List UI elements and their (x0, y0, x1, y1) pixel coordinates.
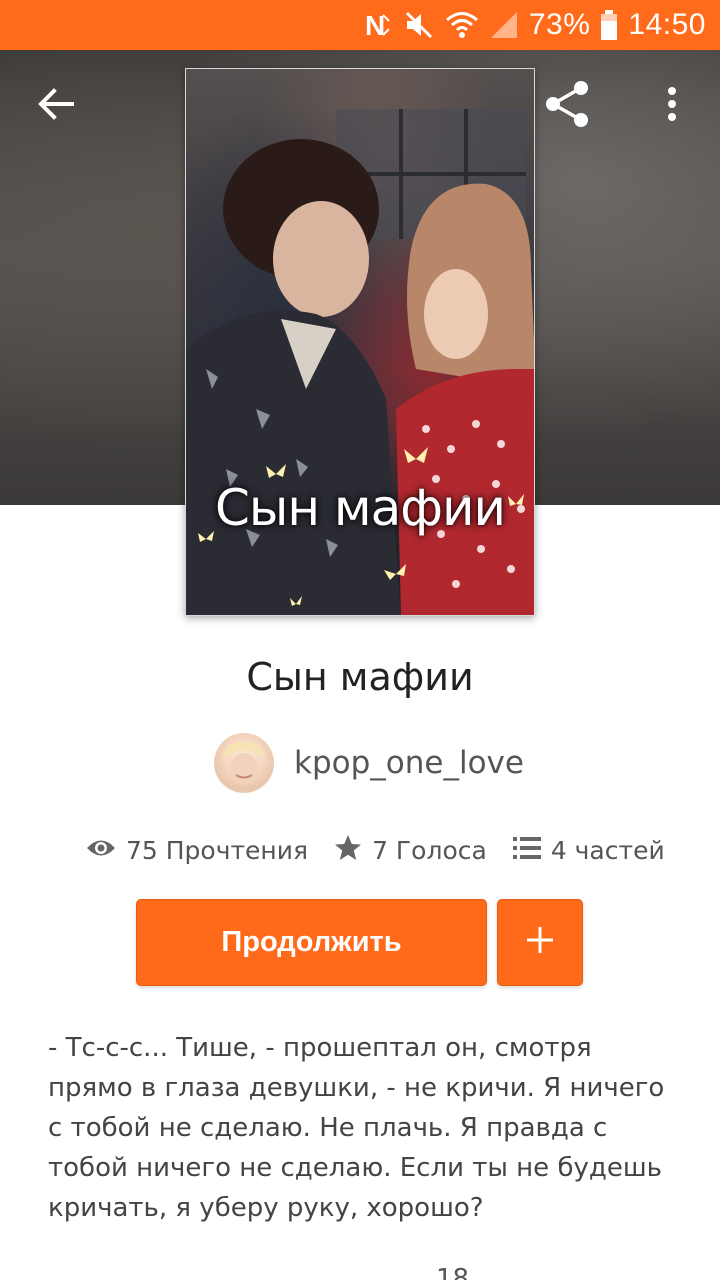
stat-votes: 7 Голоса (334, 834, 487, 866)
battery-icon (600, 7, 618, 43)
avatar[interactable] (214, 733, 274, 793)
content-rating-text: 18 (436, 1264, 470, 1280)
signal-icon (489, 7, 519, 43)
battery-percent: 73% (528, 8, 591, 41)
author-name[interactable]: kpop_one_love (294, 745, 524, 781)
wifi-icon (445, 7, 479, 43)
continue-reading-button[interactable]: Продолжить (136, 899, 487, 986)
add-to-library-button[interactable] (497, 899, 583, 986)
clock: 14:50 (628, 8, 706, 41)
story-title: Сын мафии (246, 655, 474, 699)
more-options-button[interactable] (642, 74, 702, 138)
cover-title: Сын мафии (214, 479, 506, 537)
votes-count: 7 Голоса (372, 835, 487, 865)
arrow-left-icon (38, 87, 74, 125)
story-details-screen: N 73% 14:50 Сын мафии Сын мафии kpop_one… (0, 0, 720, 1280)
mute-icon (403, 7, 435, 43)
stat-parts: 4 частей (512, 835, 665, 865)
reads-count: 75 Прочтения (126, 835, 309, 865)
share-button[interactable] (537, 74, 597, 138)
stat-reads: 75 Прочтения (86, 836, 308, 865)
nfc-icon: N (363, 7, 393, 43)
more-vert-icon (666, 86, 678, 127)
plus-icon (526, 926, 554, 959)
story-cover[interactable]: Сын мафии (185, 68, 535, 616)
status-bar: N 73% 14:50 (0, 0, 720, 50)
svg-text:N: N (365, 10, 385, 41)
story-stats: 75 Прочтения 7 Голоса 4 частей (86, 828, 691, 872)
back-button[interactable] (26, 74, 86, 138)
parts-count: 4 частей (550, 835, 665, 865)
share-icon (542, 79, 592, 134)
star-icon (334, 834, 362, 866)
list-icon (512, 836, 541, 864)
story-description: - Тс-с-с... Тише, - прошептал он, смотря… (48, 1033, 665, 1223)
eye-icon (86, 837, 116, 863)
author-link[interactable]: kpop_one_love (214, 733, 524, 793)
